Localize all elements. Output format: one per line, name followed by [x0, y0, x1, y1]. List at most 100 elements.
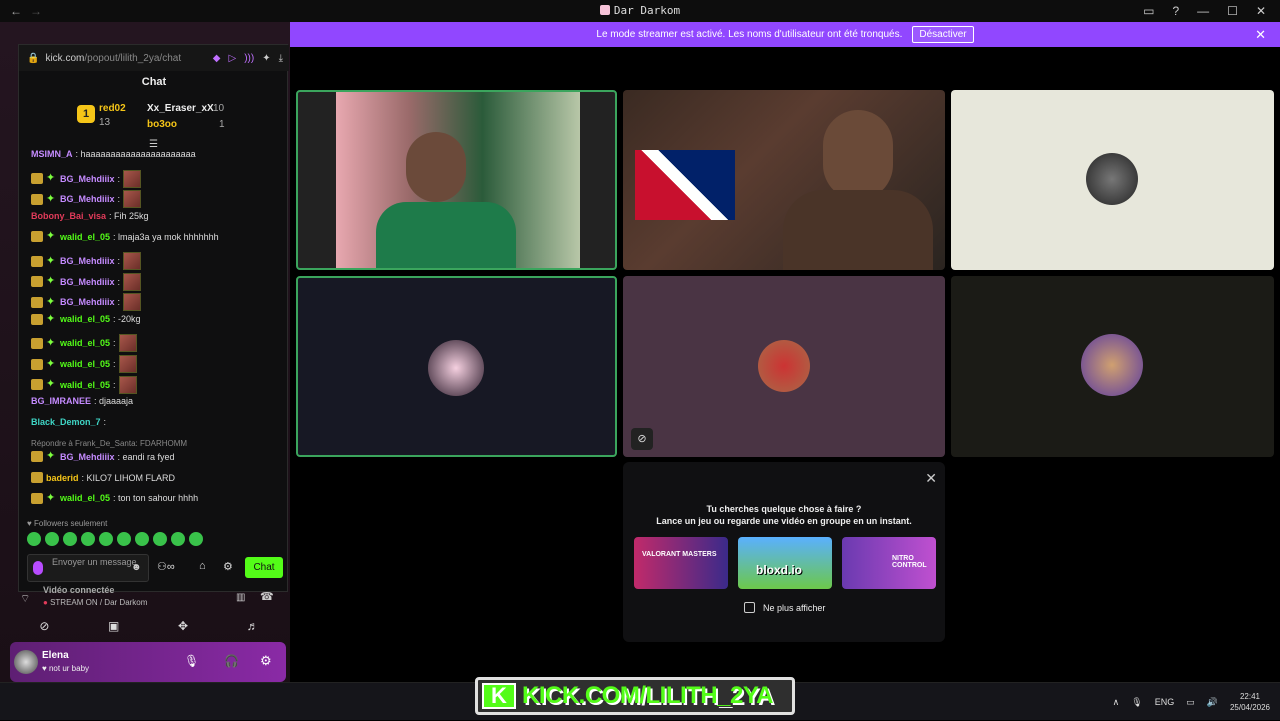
banner-text: Le mode streamer est activé. Les noms d'…: [596, 29, 903, 40]
video-tile-6[interactable]: [951, 276, 1274, 457]
chat-message: BG_IMRANEE: djaaaaja: [31, 396, 133, 406]
camera-off-icon[interactable]: ⊘: [39, 619, 49, 633]
activity-question: Tu cherches quelque chose à faire ?: [706, 504, 862, 514]
audio-icon[interactable]: ))): [244, 53, 254, 64]
reply-context[interactable]: Répondre à Frank_De_Santa: FDARHOMM: [31, 439, 187, 448]
chat-username[interactable]: BG_Mehdiiix: [60, 452, 115, 462]
volume-icon[interactable]: 🔊: [1207, 697, 1218, 708]
play-icon[interactable]: ▷: [228, 53, 236, 64]
emote-icon[interactable]: [81, 532, 95, 546]
video-tile-5[interactable]: ⊘: [623, 276, 945, 457]
clock[interactable]: 22:41 25/04/2026: [1230, 691, 1270, 713]
voice-status[interactable]: ● STREAM ON / Dar Darkom: [43, 598, 147, 607]
extension-icon[interactable]: ✦: [262, 53, 270, 64]
emote-icon[interactable]: [99, 532, 113, 546]
video-tile-1[interactable]: [296, 90, 617, 270]
emote-quickbar[interactable]: [27, 532, 203, 550]
chat-username[interactable]: BG_IMRANEE: [31, 396, 91, 406]
screen-share-icon[interactable]: ▣: [108, 619, 119, 633]
url-bar[interactable]: 🔒 kick.com/popout/lilith_2ya/chat ◆ ▷ ))…: [19, 45, 289, 71]
people-icon[interactable]: ⚇∞: [157, 560, 175, 573]
chat-message: ✦ walid_el_05: lmaja3a ya mok hhhhhhh: [31, 231, 219, 243]
banner-close-icon[interactable]: ✕: [1255, 27, 1266, 43]
chat-username[interactable]: BG_Mehdiiix: [60, 277, 115, 287]
microphone-icon[interactable]: 🎙: [184, 654, 199, 668]
emote-icon[interactable]: [45, 532, 59, 546]
emoji-icon[interactable]: ☻: [131, 562, 142, 573]
help-icon[interactable]: ?: [1172, 4, 1179, 18]
no-show-checkbox[interactable]: [744, 602, 755, 613]
chat-username[interactable]: Black_Demon_7: [31, 417, 101, 427]
chat-text: : lmaja3a ya mok hhhhhhh: [113, 231, 219, 242]
minimize-button[interactable]: —: [1197, 4, 1209, 18]
close-button[interactable]: ✕: [1256, 4, 1266, 18]
verified-badge-icon: ✦: [46, 295, 56, 308]
url-text[interactable]: kick.com/popout/lilith_2ya/chat: [45, 53, 181, 64]
chat-messages: MSIMN_A: haaaaaaaaaaaaaaaaaaaaaa ✦ BG_Mehd…: [19, 149, 289, 509]
headphones-icon[interactable]: 🎧: [224, 654, 239, 668]
verified-badge-icon: ✦: [46, 254, 56, 267]
chat-username[interactable]: walid_el_05: [60, 338, 110, 348]
video-tile-2[interactable]: [623, 90, 945, 270]
activities-icon[interactable]: ✥: [178, 619, 188, 633]
emote-icon[interactable]: [153, 532, 167, 546]
signal-icon[interactable]: ⌔: [20, 592, 30, 606]
user-status: ♥ not ur baby: [42, 664, 90, 673]
chat-message: ✦ BG_Mehdiiix:: [31, 293, 142, 312]
inbox-icon[interactable]: ▭: [1143, 4, 1154, 18]
video-tile-4[interactable]: [296, 276, 617, 457]
disable-streamer-mode-button[interactable]: Désactiver: [912, 26, 974, 43]
chat-username[interactable]: walid_el_05: [60, 232, 110, 242]
settings-icon[interactable]: ⚙: [223, 560, 233, 573]
mic-icon[interactable]: [33, 561, 43, 575]
chat-username[interactable]: BG_Mehdiiix: [60, 174, 115, 184]
video-tile-3[interactable]: [951, 90, 1274, 270]
camera-off-icon[interactable]: ⊘: [631, 428, 653, 450]
download-icon[interactable]: ⤓: [279, 53, 283, 64]
emote-icon[interactable]: [171, 532, 185, 546]
emote-icon[interactable]: [117, 532, 131, 546]
activity-card-nitro-control[interactable]: NITRO CONTROL: [842, 537, 936, 589]
soundboard-icon[interactable]: ♬: [247, 619, 259, 633]
language-indicator[interactable]: ENG: [1155, 697, 1175, 707]
chat-text: : eandi ra fyed: [117, 451, 175, 462]
chat-text: : KILO7 LIHOM FLARD: [81, 472, 176, 483]
send-chat-button[interactable]: Chat: [245, 557, 283, 578]
emote-icon[interactable]: [63, 532, 77, 546]
chat-username[interactable]: BG_Mehdiiix: [60, 256, 115, 266]
chat-username[interactable]: walid_el_05: [60, 359, 110, 369]
disconnect-icon[interactable]: ☎: [260, 590, 274, 603]
chat-username[interactable]: MSIMN_A: [31, 149, 73, 159]
activity-card-valorant[interactable]: VALORANT MASTERS: [634, 537, 728, 589]
close-icon[interactable]: ✕: [925, 470, 937, 487]
rank-badge: 1: [77, 105, 95, 123]
emote-icon[interactable]: [189, 532, 203, 546]
emote-icon[interactable]: [27, 532, 41, 546]
mic-tray-icon[interactable]: 🎙: [1131, 697, 1142, 708]
maximize-button[interactable]: ☐: [1227, 4, 1238, 18]
leader-second-count: 10: [213, 103, 225, 114]
user-settings-icon[interactable]: ⚙: [260, 653, 272, 669]
chat-username[interactable]: baderid: [46, 473, 79, 483]
chat-message: ✦ BG_Mehdiiix:: [31, 169, 142, 188]
shield-icon[interactable]: ◆: [213, 53, 221, 64]
avatar[interactable]: [14, 650, 38, 674]
store-icon[interactable]: ⌂: [199, 560, 206, 572]
leader-first-name: red02: [99, 103, 126, 114]
chat-username[interactable]: BG_Mehdiiix: [60, 194, 115, 204]
network-icon[interactable]: ▭: [1186, 697, 1195, 708]
emote-icon[interactable]: [135, 532, 149, 546]
username: Elena: [42, 650, 69, 661]
chat-username[interactable]: walid_el_05: [60, 314, 110, 324]
activity-card-bloxd[interactable]: bloxd.io: [738, 537, 832, 589]
tray-expand-icon[interactable]: ∧: [1113, 697, 1120, 708]
forward-arrow-icon[interactable]: →: [30, 4, 42, 18]
chat-username[interactable]: BG_Mehdiiix: [60, 297, 115, 307]
back-arrow-icon[interactable]: ←: [10, 4, 22, 18]
chat-username[interactable]: walid_el_05: [60, 380, 110, 390]
no-show-option[interactable]: Ne plus afficher: [744, 602, 825, 613]
chat-username[interactable]: walid_el_05: [60, 493, 110, 503]
leader-second-name: Xx_Eraser_xX: [147, 103, 214, 114]
chat-username[interactable]: Bobony_Bai_visa: [31, 211, 106, 221]
audio-bars-icon[interactable]: ▥: [236, 592, 245, 603]
